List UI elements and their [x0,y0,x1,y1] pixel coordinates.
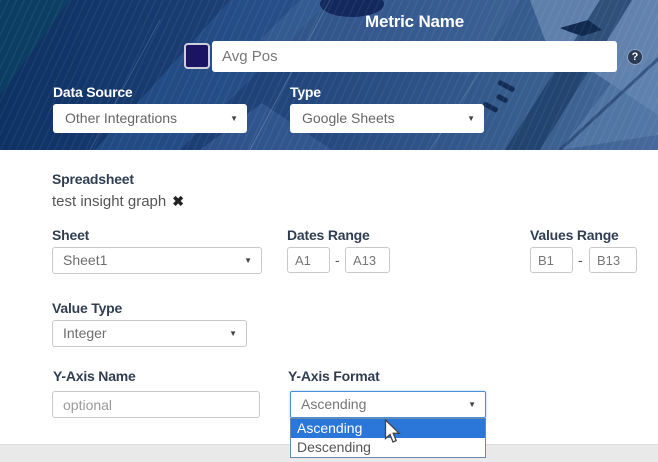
spreadsheet-value: test insight graph ✖ [52,193,184,210]
y-axis-format-value: Ascending [301,396,366,412]
value-type-label: Value Type [52,300,122,316]
value-type-select[interactable]: Integer ▼ [52,320,247,347]
data-source-select[interactable]: Other Integrations ▼ [53,104,247,133]
y-axis-format-label: Y-Axis Format [288,368,380,384]
dates-range-label: Dates Range [287,227,370,243]
remove-spreadsheet-icon[interactable]: ✖ [172,193,184,209]
option-descending[interactable]: Descending [291,438,485,457]
value-type-value: Integer [63,325,107,341]
spreadsheet-label: Spreadsheet [52,171,134,187]
chevron-down-icon: ▼ [468,392,476,417]
y-axis-format-select[interactable]: Ascending ▼ [290,391,486,418]
dialog-title: Metric Name [212,12,617,32]
range-separator: - [578,252,583,268]
help-icon[interactable]: ? [627,49,643,65]
dialog-header: Metric Name ? Data Source Other Integrat… [0,0,658,150]
metric-color-checkbox[interactable] [184,43,210,69]
y-axis-name-label: Y-Axis Name [53,368,136,384]
values-range-to-input[interactable] [589,247,637,273]
type-label: Type [290,84,321,100]
chevron-down-icon: ▼ [467,104,475,133]
metric-name-input[interactable] [212,41,617,72]
sheet-label: Sheet [52,227,89,243]
option-ascending[interactable]: Ascending [291,419,485,438]
chevron-down-icon: ▼ [244,248,252,273]
dates-range-from-input[interactable] [287,247,330,273]
type-select[interactable]: Google Sheets ▼ [290,104,484,133]
chevron-down-icon: ▼ [229,321,237,346]
data-source-label: Data Source [53,84,133,100]
range-separator: - [335,252,340,268]
y-axis-name-input[interactable] [52,391,260,418]
data-source-value: Other Integrations [65,110,177,126]
y-axis-format-option-list: Ascending Descending [290,418,486,458]
metric-config-dialog: Metric Name ? Data Source Other Integrat… [0,0,658,462]
dates-range-to-input[interactable] [345,247,390,273]
sheet-value: Sheet1 [63,252,107,268]
type-value: Google Sheets [302,110,395,126]
spreadsheet-name-text: test insight graph [52,193,166,210]
chevron-down-icon: ▼ [230,104,238,133]
values-range-label: Values Range [530,227,619,243]
values-range-from-input[interactable] [530,247,573,273]
sheet-select[interactable]: Sheet1 ▼ [52,247,262,274]
